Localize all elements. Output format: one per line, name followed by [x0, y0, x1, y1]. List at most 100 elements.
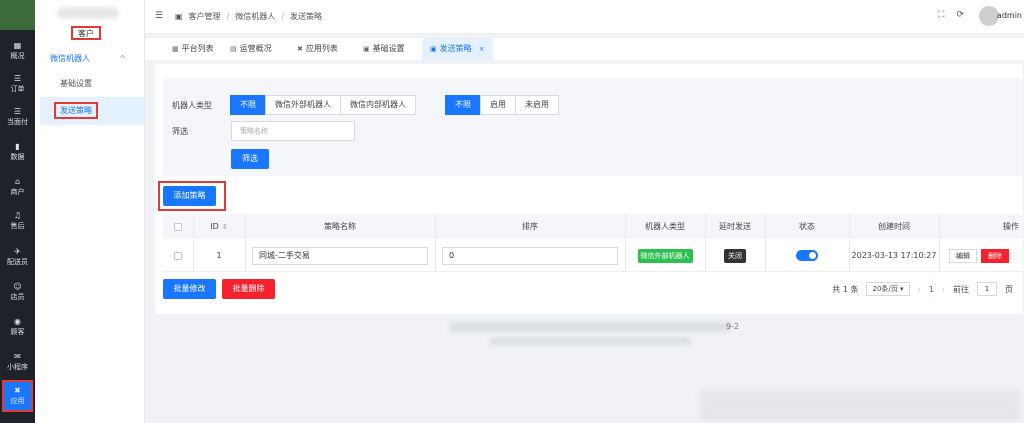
menu-toggle-icon[interactable]: ☰ — [155, 11, 163, 21]
status-option[interactable]: 不限 — [445, 95, 481, 115]
bulk-edit-button[interactable]: 批量修改 — [163, 279, 216, 299]
tab-basic-settings[interactable]: ▣ 基础设置 — [363, 38, 405, 60]
sort-icon[interactable]: ⇕ — [222, 223, 228, 231]
submenu-item-basic-settings[interactable]: 基础设置 — [40, 70, 144, 98]
status-selector: 不限 启用 未启用 — [445, 95, 559, 115]
rail-item-delivery[interactable]: ✈ 配送员 — [0, 242, 35, 272]
top-header: ☰ ▣ 客户管理 / 微信机器人 / 发送策略 ⛶ ⟳ admin — [145, 0, 1024, 34]
delay-tag: 关闭 — [724, 248, 746, 263]
status-toggle[interactable] — [796, 250, 818, 261]
app-logo — [0, 0, 35, 30]
rail-item-data[interactable]: ▮ 数据 — [0, 137, 35, 167]
breadcrumb-item[interactable]: 微信机器人 — [235, 11, 275, 22]
submenu-title[interactable]: 客户 — [71, 26, 101, 40]
status-option[interactable]: 未启用 — [515, 95, 559, 115]
grid-icon: ▦ — [172, 45, 179, 53]
tab-label: 应用列表 — [305, 44, 338, 53]
submenu-item-label: 发送策略 — [54, 102, 98, 119]
header-label: ID — [210, 222, 219, 231]
robot-type-option[interactable]: 不限 — [230, 95, 266, 115]
user-name[interactable]: admin — [997, 11, 1022, 20]
status-option[interactable]: 启用 — [480, 95, 516, 115]
tab-label: 基础设置 — [372, 44, 405, 53]
robot-type-option[interactable]: 微信内部机器人 — [340, 95, 416, 115]
total-count: 共 1 条 — [832, 284, 859, 294]
edit-button[interactable]: 编辑 — [949, 248, 977, 263]
apps-icon: ✖ — [297, 45, 303, 53]
rail-label: 顾客 — [10, 328, 25, 336]
delete-button[interactable]: 删除 — [981, 248, 1009, 263]
list-icon: ☰ — [13, 107, 22, 116]
row-checkbox[interactable] — [163, 240, 193, 271]
filter-label: 筛选 — [172, 127, 188, 136]
blurred-store-name — [57, 7, 119, 19]
rail-item-orders[interactable]: ☰ 订单 — [0, 69, 35, 99]
breadcrumb-separator: / — [281, 12, 284, 21]
rail-item-overview[interactable]: ▦ 概况 — [0, 36, 35, 66]
page-size-value: 20条/页 — [872, 285, 898, 293]
close-icon[interactable]: × — [479, 38, 485, 60]
tab-send-strategy[interactable]: ▣ 发送策略 × — [422, 38, 493, 60]
rail-item-clerk[interactable]: ☺ 店员 — [0, 277, 35, 307]
group-label: 微信机器人 — [50, 54, 90, 63]
row-sort-input[interactable]: 0 — [442, 246, 618, 265]
tab-platform-list[interactable]: ▦ 平台列表 — [172, 38, 214, 60]
rail-label: 售后 — [10, 222, 25, 230]
tab-app-list[interactable]: ✖ 应用列表 — [297, 38, 338, 60]
wechat-icon: ✉ — [14, 352, 21, 361]
goto-page-input[interactable]: 1 — [977, 282, 997, 296]
current-page[interactable]: 1 — [929, 285, 934, 294]
tab-label: 平台列表 — [181, 44, 214, 53]
goto-label: 前往 — [953, 284, 969, 294]
submenu-item-send-strategy[interactable]: 发送策略 — [40, 97, 144, 125]
rail-label: 小程序 — [7, 363, 28, 371]
row-name-input[interactable]: 同城-二手交易 — [252, 246, 428, 265]
bar-chart-icon: ▮ — [15, 142, 20, 151]
dashboard-icon: ▦ — [13, 41, 22, 50]
breadcrumb-separator: / — [226, 12, 230, 21]
strategy-name-input[interactable]: 策略名称 — [231, 121, 355, 141]
headset-icon: ♫ — [13, 211, 22, 220]
breadcrumb-item[interactable]: 客户管理 — [189, 11, 221, 22]
filter-button[interactable]: 筛选 — [231, 149, 269, 169]
blurred-footer-line — [450, 322, 730, 332]
tab-label: 发送策略 — [439, 44, 472, 53]
filter-panel: 机器人类型 不限 微信外部机器人 微信内部机器人 不限 启用 未启用 筛选 策略… — [163, 78, 1023, 176]
rail-item-miniprogram[interactable]: ✉ 小程序 — [0, 347, 35, 377]
doc-icon: ▣ — [430, 45, 437, 53]
column-header-id[interactable]: ID ⇕ — [193, 214, 245, 239]
tab-label: 运营概况 — [239, 44, 272, 53]
next-page-icon[interactable]: › — [942, 285, 945, 294]
submenu-group-wechat-robot[interactable]: 微信机器人 ^ — [50, 52, 140, 66]
prev-page-icon[interactable]: ‹ — [918, 285, 921, 294]
main-nav-rail: ▦ 概况 ☰ 订单 ☰ 当面付 ▮ 数据 ⌂ 商户 ♫ 售后 ✈ 配送员 ☺ 店… — [0, 0, 35, 423]
bulk-delete-button[interactable]: 批量删除 — [222, 279, 275, 299]
page-size-select[interactable]: 20条/页 ▾ — [866, 282, 910, 296]
footer-version: 9-2 — [726, 322, 740, 331]
rail-item-merchant[interactable]: ⌂ 商户 — [0, 172, 35, 202]
rail-item-apps[interactable]: ✖ 应用 — [2, 380, 33, 412]
breadcrumb-item: 发送策略 — [289, 12, 322, 21]
rail-label: 数据 — [10, 153, 25, 161]
refresh-icon[interactable]: ⟳ — [956, 10, 964, 20]
tab-operations-overview[interactable]: ▤ 运营概况 — [230, 38, 272, 60]
row-robot-type-cell: 微信外部机器人 — [625, 240, 705, 271]
home-icon: ▣ — [175, 12, 183, 21]
rail-item-after-sales[interactable]: ♫ 售后 — [0, 206, 35, 236]
add-strategy-button[interactable]: 添加策略 — [163, 186, 216, 206]
rail-item-customer[interactable]: ◉ 顾客 — [0, 312, 35, 342]
robot-type-option[interactable]: 微信外部机器人 — [265, 95, 341, 115]
clerk-icon: ☺ — [13, 282, 22, 291]
row-actions-cell: 编辑 删除 — [939, 240, 1023, 271]
chevron-down-icon: ▾ — [899, 285, 904, 293]
robot-type-selector: 不限 微信外部机器人 微信内部机器人 — [230, 95, 416, 115]
row-name-cell: 同城-二手交易 — [245, 240, 435, 271]
rail-label: 配送员 — [7, 258, 28, 266]
rail-item-face-pay[interactable]: ☰ 当面付 — [0, 102, 35, 132]
select-all-checkbox[interactable] — [163, 214, 193, 239]
list-icon: ☰ — [13, 74, 22, 83]
fullscreen-icon[interactable]: ⛶ — [938, 10, 944, 20]
breadcrumb: ▣ 客户管理 / 微信机器人 / 发送策略 — [175, 11, 322, 22]
pagination: 共 1 条 20条/页 ▾ ‹ 1 › 前往 1 页 — [832, 282, 1013, 296]
page-tabs: ▦ 平台列表 ▤ 运营概况 ✖ 应用列表 ▣ 基础设置 ▣ 发送策略 × — [145, 38, 1024, 60]
